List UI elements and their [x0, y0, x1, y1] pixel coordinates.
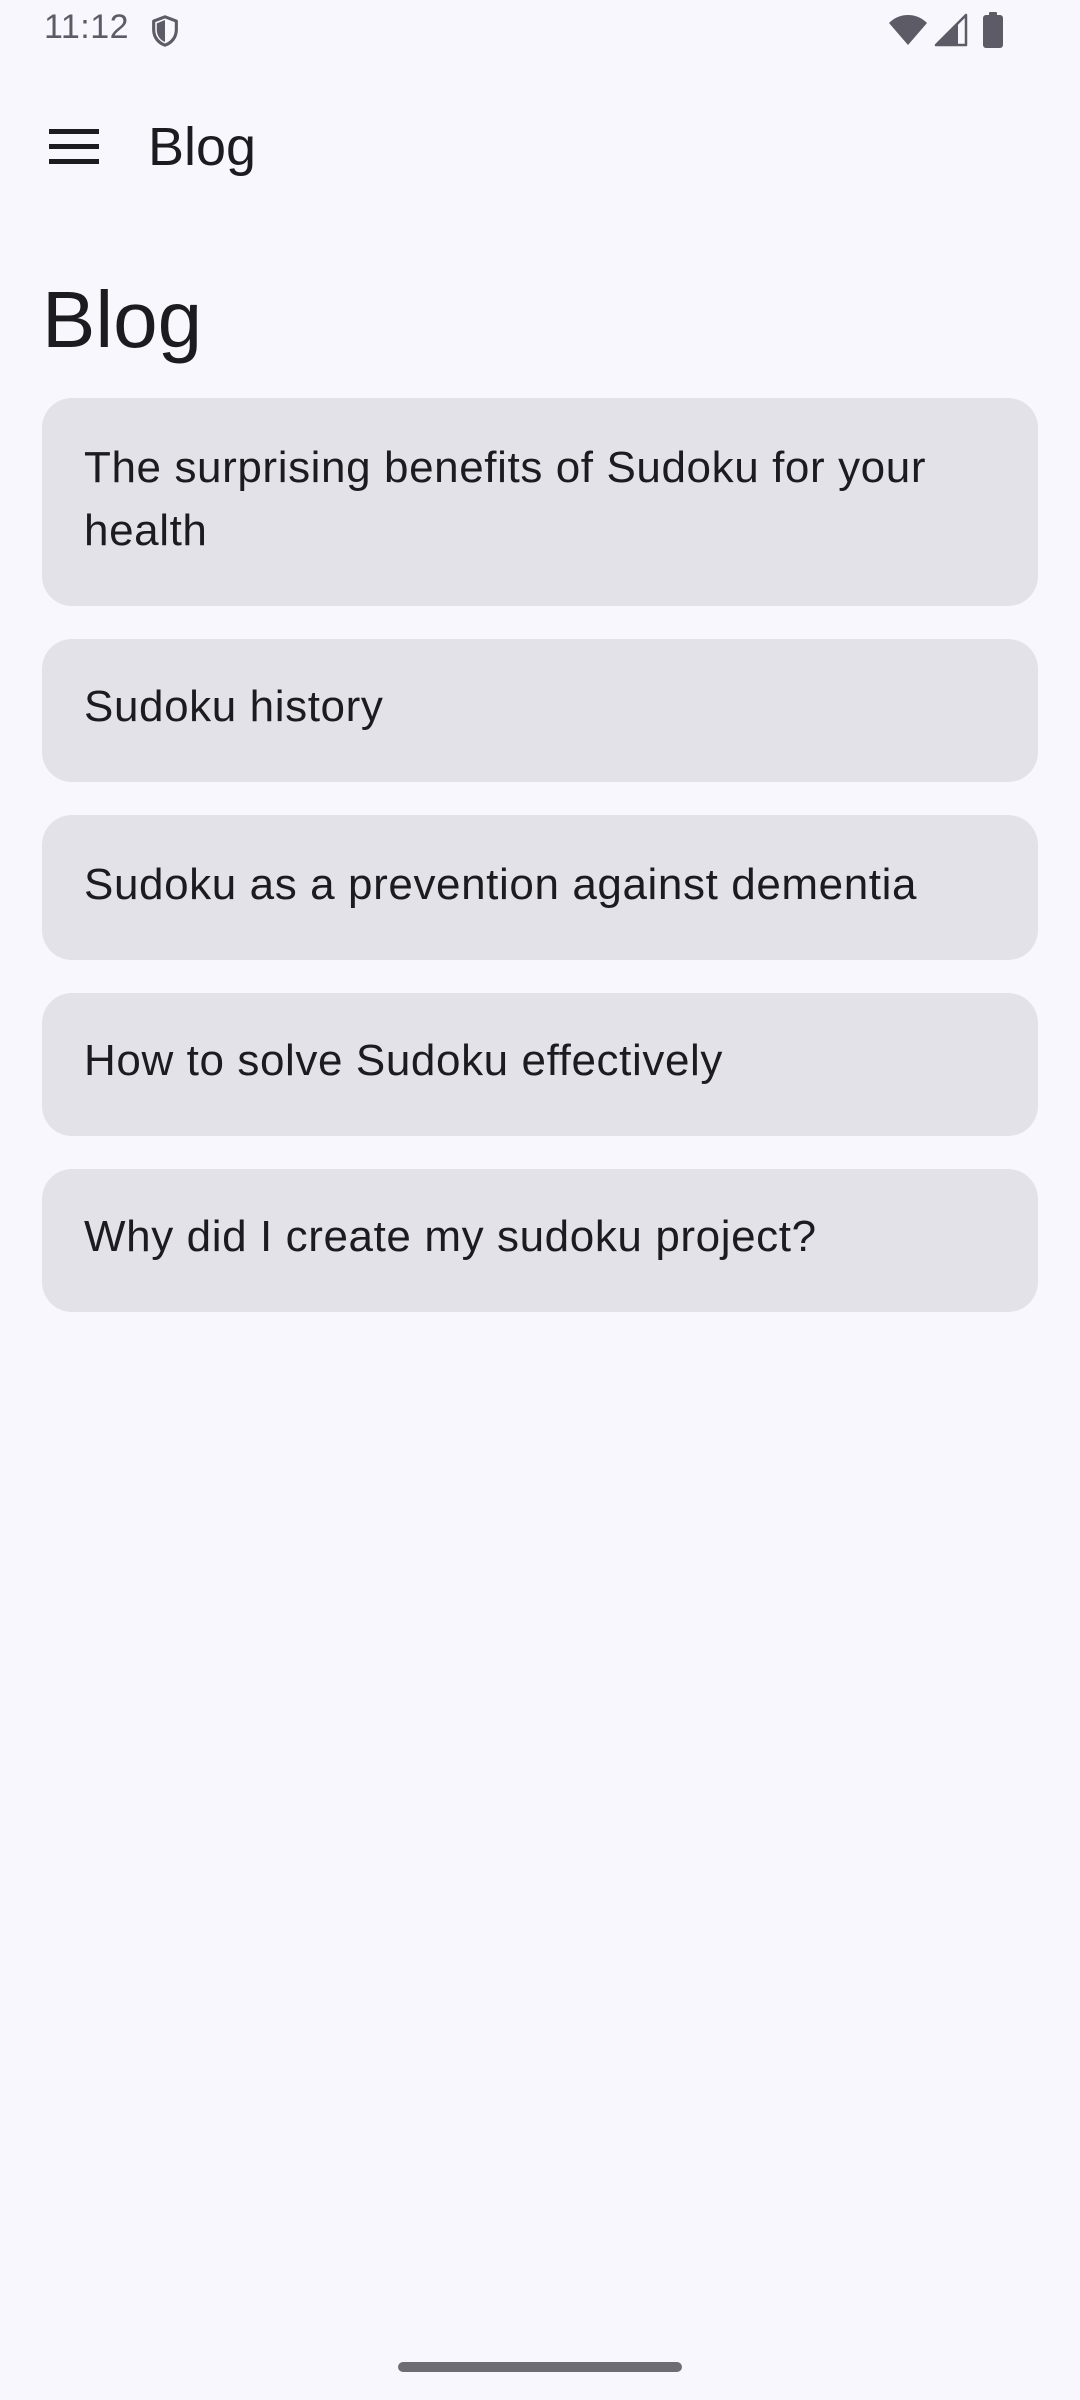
blog-post-title: Sudoku as a prevention against dementia: [84, 860, 918, 909]
top-app-bar: Blog: [0, 85, 1080, 205]
blog-post-card[interactable]: Sudoku as a prevention against dementia: [42, 815, 1038, 960]
status-time: 11:12: [44, 8, 130, 46]
battery-icon: [983, 12, 1003, 48]
page-title: Blog: [42, 275, 203, 364]
blog-post-card[interactable]: The surprising benefits of Sudoku for yo…: [42, 398, 1038, 606]
status-bar: 11:12: [0, 0, 1080, 62]
gesture-navigation-handle[interactable]: [398, 2362, 682, 2372]
wifi-icon: [888, 13, 928, 47]
app-bar-title: Blog: [148, 117, 257, 177]
blog-post-title: Sudoku history: [84, 682, 384, 731]
blog-post-card[interactable]: Sudoku history: [42, 639, 1038, 782]
blog-post-card[interactable]: Why did I create my sudoku project?: [42, 1169, 1038, 1312]
blog-post-title: The surprising benefits of Sudoku for yo…: [84, 443, 927, 555]
signal-icon: [934, 13, 968, 47]
blog-post-title: Why did I create my sudoku project?: [84, 1212, 817, 1261]
blog-post-list: The surprising benefits of Sudoku for yo…: [42, 398, 1038, 1345]
menu-button[interactable]: [34, 108, 114, 188]
blog-post-title: How to solve Sudoku effectively: [84, 1036, 724, 1085]
blog-post-card[interactable]: How to solve Sudoku effectively: [42, 993, 1038, 1136]
shield-icon: [148, 14, 182, 48]
hamburger-menu-icon: [49, 128, 99, 169]
